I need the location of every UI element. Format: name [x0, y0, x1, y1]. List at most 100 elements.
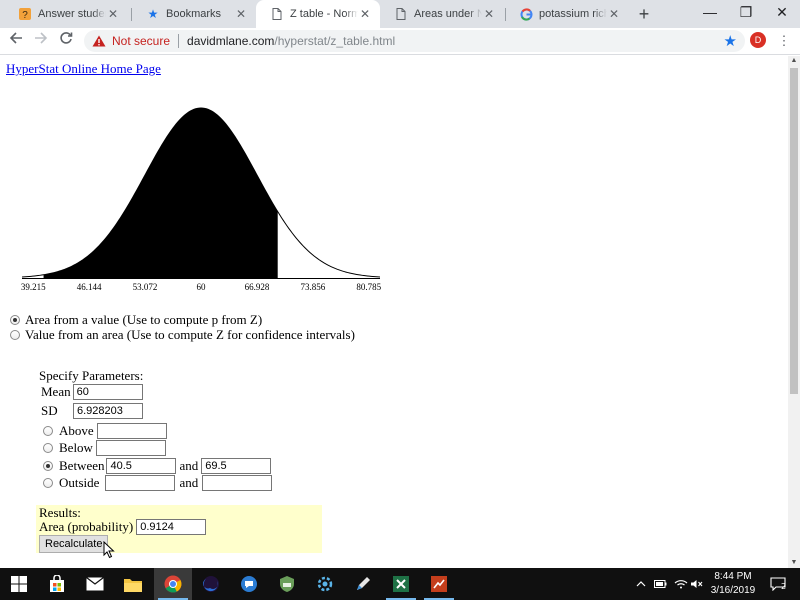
google-favicon-icon	[519, 7, 533, 21]
minimize-button[interactable]: —	[692, 0, 728, 28]
radio-outside[interactable]	[43, 478, 53, 488]
results-panel: Results: Area (probability) 0.9124 Recal…	[36, 505, 322, 553]
tab-z-table[interactable]: Z table - Normal Dist ✕	[256, 0, 380, 28]
between-high-input[interactable]: 69.5	[201, 458, 272, 474]
outside-low-input[interactable]	[105, 475, 176, 491]
close-tab-icon[interactable]: ✕	[358, 7, 372, 21]
file-explorer-icon	[124, 578, 142, 592]
address-bar[interactable]: Not secure davidmlane.com/hyperstat/z_ta…	[84, 30, 745, 52]
mode-value-from-area[interactable]: Value from an area (Use to compute Z for…	[10, 327, 355, 343]
tab-areas-under-normal[interactable]: Areas under Normal ✕	[380, 0, 504, 28]
x-tick-label: 73.856	[300, 282, 325, 292]
chrome-app[interactable]	[154, 568, 192, 600]
tab-title: Z table - Normal Dist	[290, 8, 358, 20]
settings-app[interactable]	[306, 568, 344, 600]
above-input[interactable]	[96, 423, 167, 439]
shaded-area	[43, 108, 278, 278]
action-center-button[interactable]: 2	[766, 568, 790, 600]
wifi-tray[interactable]	[674, 568, 688, 600]
bookmark-star-icon[interactable]: ★	[724, 32, 737, 50]
between-label: Between	[59, 458, 105, 473]
windows-start-button[interactable]	[0, 568, 38, 600]
close-window-button[interactable]: ✕	[764, 0, 800, 28]
mode-area-from-value[interactable]: Area from a value (Use to compute p from…	[10, 312, 262, 328]
pen-app-icon	[357, 577, 370, 590]
teams-app[interactable]	[230, 568, 268, 600]
radio-between[interactable]	[43, 461, 53, 471]
file-explorer-app[interactable]	[114, 568, 152, 600]
url-divider	[178, 34, 180, 48]
page-favicon-icon	[270, 7, 284, 21]
outside-high-input[interactable]	[202, 475, 273, 491]
close-tab-icon[interactable]: ✕	[234, 7, 248, 21]
clock-time: 8:44 PM	[714, 571, 752, 582]
outside-and-label: and	[179, 475, 199, 490]
x-tick-label: 39.215	[21, 282, 46, 292]
radio-area-from-value[interactable]	[10, 315, 20, 325]
warning-triangle-icon	[92, 35, 106, 47]
vertical-scrollbar[interactable]: ▲ ▼	[788, 56, 800, 568]
powerpoint-icon	[431, 576, 447, 592]
reload-button[interactable]	[56, 31, 76, 51]
scroll-down-icon[interactable]: ▼	[788, 558, 800, 568]
star-favicon-icon: ★	[147, 7, 159, 21]
shield-app[interactable]	[268, 568, 306, 600]
scroll-thumb[interactable]	[790, 68, 798, 394]
new-tab-button[interactable]: +	[634, 3, 654, 25]
url-host: davidmlane.com	[187, 34, 275, 48]
chevron-up-icon	[636, 581, 646, 587]
tab-title: Answer students'	[38, 8, 106, 20]
kebab-menu-icon[interactable]: ⋮	[776, 31, 792, 51]
radio-value-from-area[interactable]	[10, 330, 20, 340]
mean-label: Mean	[41, 384, 71, 399]
outside-label: Outside	[59, 475, 100, 490]
close-tab-icon[interactable]: ✕	[482, 7, 496, 21]
radio-above[interactable]	[43, 426, 53, 436]
battery-tray[interactable]	[654, 568, 668, 600]
recalculate-button[interactable]: Recalculate	[39, 535, 109, 553]
back-button[interactable]	[6, 31, 26, 51]
x-tick-label: 80.785	[356, 282, 381, 292]
sd-input[interactable]: 6.928203	[73, 403, 143, 419]
close-tab-icon[interactable]: ✕	[106, 7, 120, 21]
forward-button[interactable]	[31, 31, 51, 51]
above-label: Above	[59, 423, 94, 438]
powerpoint-app[interactable]	[420, 568, 458, 600]
store-app[interactable]	[38, 568, 76, 600]
excel-app[interactable]	[382, 568, 420, 600]
system-clock[interactable]: 8:44 PM 3/16/2019	[702, 570, 764, 598]
x-tick-label: 46.144	[77, 282, 102, 292]
store-icon	[50, 575, 64, 592]
tab-bookmarks[interactable]: ★ Bookmarks ✕	[132, 0, 256, 28]
between-low-input[interactable]: 40.5	[106, 458, 177, 474]
svg-text:?: ?	[22, 10, 28, 21]
tab-answer-students[interactable]: ? Answer students' ✕	[4, 0, 128, 28]
radio-below[interactable]	[43, 443, 53, 453]
between-and-label: and	[179, 458, 199, 473]
firefox-icon	[203, 576, 219, 592]
notification-count: 2	[781, 582, 787, 591]
mail-app[interactable]	[76, 568, 114, 600]
back-arrow-icon	[9, 32, 22, 44]
mean-input[interactable]: 60	[72, 384, 143, 400]
restore-button[interactable]: ❐	[728, 0, 764, 28]
normal-curve-graph: 39.215 46.144 53.072 60 66.928 73.856 80.785	[21, 107, 382, 292]
tab-potassium[interactable]: potassium rich foods ✕	[505, 0, 629, 28]
tab-title: Bookmarks	[166, 8, 222, 20]
hyperstat-home-link[interactable]: HyperStat Online Home Page	[6, 61, 161, 77]
close-tab-icon[interactable]: ✕	[607, 7, 621, 21]
firefox-app[interactable]	[192, 568, 230, 600]
profile-avatar[interactable]: D	[750, 32, 766, 48]
show-hidden-icons[interactable]	[636, 568, 650, 600]
windows-logo-icon	[11, 576, 27, 592]
clock-date: 3/16/2019	[710, 585, 756, 596]
security-status[interactable]: Not secure	[112, 34, 170, 48]
x-tick-label: 66.928	[245, 282, 270, 292]
excel-icon	[393, 576, 409, 592]
area-output[interactable]: 0.9124	[136, 519, 207, 535]
below-input[interactable]	[95, 440, 166, 456]
forward-arrow-icon	[35, 32, 48, 44]
pen-app[interactable]	[344, 568, 382, 600]
tab-title: Areas under Normal	[414, 8, 482, 20]
scroll-up-icon[interactable]: ▲	[788, 56, 800, 66]
